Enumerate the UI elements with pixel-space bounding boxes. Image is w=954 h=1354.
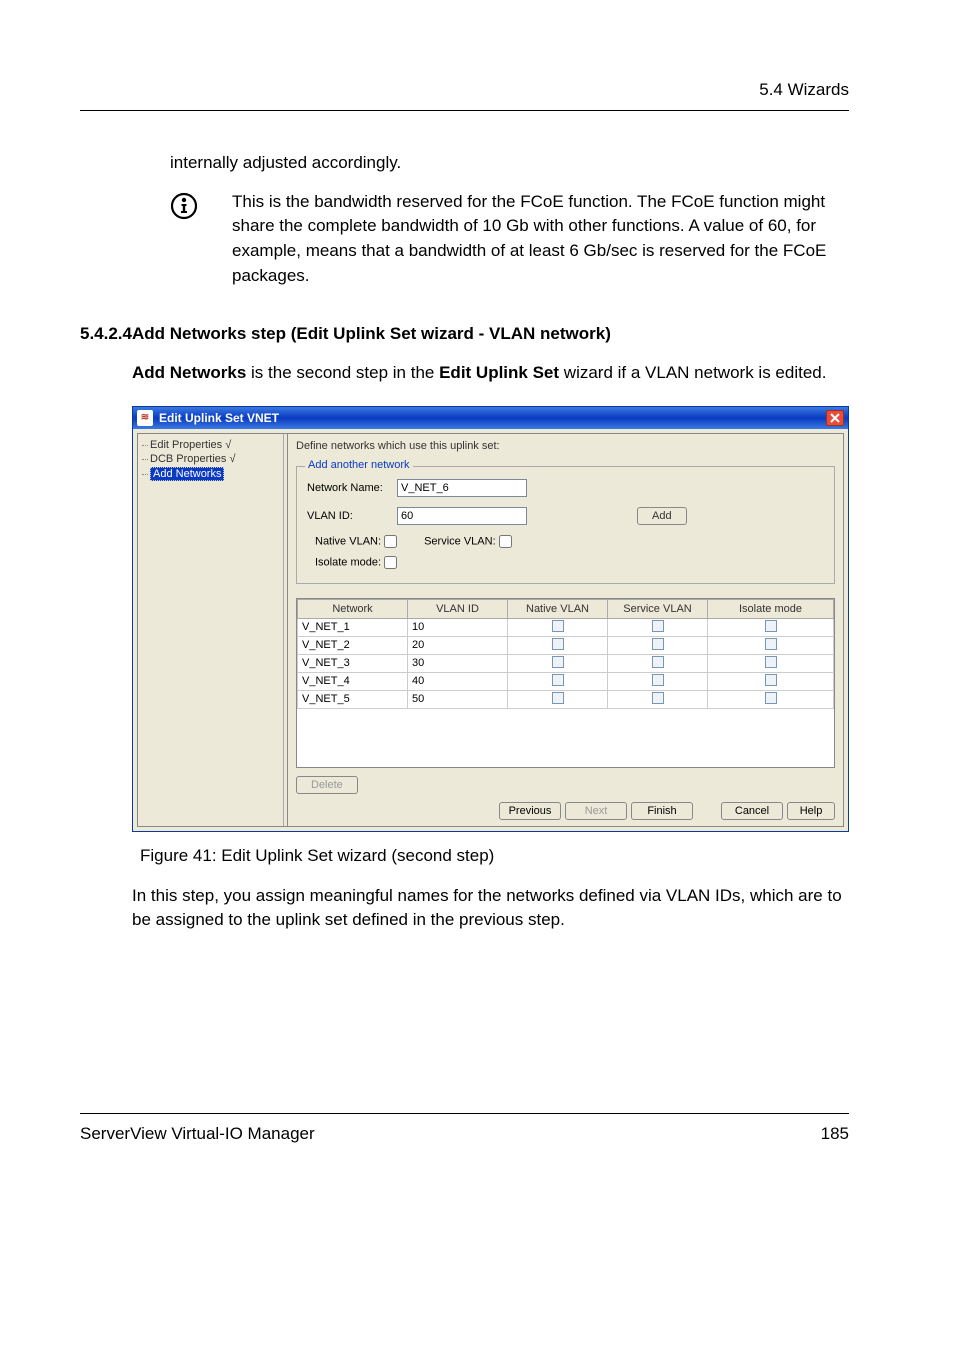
add-network-fieldset: Add another network Network Name: VLAN I… bbox=[296, 466, 835, 584]
col-service-vlan[interactable]: Service VLAN bbox=[608, 599, 708, 618]
networks-table-container: Network VLAN ID Native VLAN Service VLAN… bbox=[296, 598, 835, 768]
section-header: 5.4 Wizards bbox=[80, 80, 849, 100]
table-row[interactable]: V_NET_220 bbox=[298, 636, 834, 654]
wizard-window: ≋ Edit Uplink Set VNET Edit Properties √… bbox=[132, 406, 849, 832]
cancel-button[interactable]: Cancel bbox=[721, 802, 783, 820]
intro-paragraph: Add Networks is the second step in the E… bbox=[132, 361, 849, 386]
col-isolate-mode[interactable]: Isolate mode bbox=[708, 599, 834, 618]
titlebar[interactable]: ≋ Edit Uplink Set VNET bbox=[133, 407, 848, 429]
service-vlan-checkbox[interactable] bbox=[499, 535, 512, 548]
cell-isolate-mode[interactable] bbox=[708, 654, 834, 672]
cell-native-vlan[interactable] bbox=[508, 654, 608, 672]
native-vlan-checkbox[interactable] bbox=[384, 535, 397, 548]
native-vlan-group: Native VLAN: bbox=[315, 535, 400, 548]
intro-mid: is the second step in the bbox=[246, 363, 439, 382]
previous-button[interactable]: Previous bbox=[499, 802, 561, 820]
add-button[interactable]: Add bbox=[637, 507, 687, 525]
tree-item-dcb-properties[interactable]: DCB Properties √ bbox=[142, 452, 282, 466]
cell-network: V_NET_3 bbox=[298, 654, 408, 672]
cell-service-vlan[interactable] bbox=[608, 636, 708, 654]
table-row[interactable]: V_NET_330 bbox=[298, 654, 834, 672]
cell-isolate-mode[interactable] bbox=[708, 690, 834, 708]
networks-table[interactable]: Network VLAN ID Native VLAN Service VLAN… bbox=[297, 599, 834, 709]
cell-service-vlan[interactable] bbox=[608, 654, 708, 672]
cell-network: V_NET_5 bbox=[298, 690, 408, 708]
isolate-mode-label: Isolate mode: bbox=[315, 556, 381, 568]
cell-service-vlan[interactable] bbox=[608, 690, 708, 708]
window-title: Edit Uplink Set VNET bbox=[159, 411, 826, 425]
intro-after: wizard if a VLAN network is edited. bbox=[559, 363, 826, 382]
java-icon: ≋ bbox=[137, 410, 153, 426]
cell-isolate-mode[interactable] bbox=[708, 618, 834, 636]
closing-paragraph: In this step, you assign meaningful name… bbox=[132, 884, 849, 933]
section-title: Add Networks step (Edit Uplink Set wizar… bbox=[132, 324, 611, 343]
footer-product: ServerView Virtual-IO Manager bbox=[80, 1124, 315, 1144]
cell-network: V_NET_1 bbox=[298, 618, 408, 636]
col-native-vlan[interactable]: Native VLAN bbox=[508, 599, 608, 618]
cell-native-vlan[interactable] bbox=[508, 672, 608, 690]
table-row[interactable]: V_NET_550 bbox=[298, 690, 834, 708]
cell-native-vlan[interactable] bbox=[508, 618, 608, 636]
table-row[interactable]: V_NET_110 bbox=[298, 618, 834, 636]
info-icon bbox=[170, 192, 198, 220]
tree-selected-label: Add Networks bbox=[150, 467, 224, 481]
service-vlan-label: Service VLAN: bbox=[424, 535, 496, 547]
cell-service-vlan[interactable] bbox=[608, 672, 708, 690]
wizard-step-tree: Edit Properties √ DCB Properties √ Add N… bbox=[137, 433, 287, 827]
tree-item-add-networks[interactable]: Add Networks bbox=[142, 466, 282, 482]
section-number: 5.4.2.4 bbox=[80, 324, 132, 344]
col-network[interactable]: Network bbox=[298, 599, 408, 618]
cell-service-vlan[interactable] bbox=[608, 618, 708, 636]
table-row[interactable]: V_NET_440 bbox=[298, 672, 834, 690]
intro-bold-1: Add Networks bbox=[132, 363, 246, 382]
cell-vlan-id: 10 bbox=[408, 618, 508, 636]
cell-vlan-id: 20 bbox=[408, 636, 508, 654]
info-paragraph: This is the bandwidth reserved for the F… bbox=[232, 190, 849, 289]
service-vlan-group: Service VLAN: bbox=[424, 535, 515, 548]
fieldset-legend: Add another network bbox=[305, 459, 413, 471]
cell-isolate-mode[interactable] bbox=[708, 672, 834, 690]
tree-item-edit-properties[interactable]: Edit Properties √ bbox=[142, 438, 282, 452]
cell-isolate-mode[interactable] bbox=[708, 636, 834, 654]
cell-network: V_NET_2 bbox=[298, 636, 408, 654]
cell-vlan-id: 30 bbox=[408, 654, 508, 672]
finish-button[interactable]: Finish bbox=[631, 802, 693, 820]
isolate-mode-checkbox[interactable] bbox=[384, 556, 397, 569]
network-name-label: Network Name: bbox=[307, 482, 397, 494]
isolate-mode-group: Isolate mode: bbox=[307, 556, 824, 569]
cell-native-vlan[interactable] bbox=[508, 636, 608, 654]
vlan-id-input[interactable] bbox=[397, 507, 527, 525]
native-vlan-label: Native VLAN: bbox=[315, 535, 381, 547]
network-name-input[interactable] bbox=[397, 479, 527, 497]
content-heading: Define networks which use this uplink se… bbox=[296, 440, 835, 452]
intro-bold-2: Edit Uplink Set bbox=[439, 363, 559, 382]
delete-button[interactable]: Delete bbox=[296, 776, 358, 794]
cell-network: V_NET_4 bbox=[298, 672, 408, 690]
cell-vlan-id: 40 bbox=[408, 672, 508, 690]
paragraph-adjusted: internally adjusted accordingly. bbox=[170, 151, 849, 176]
cell-native-vlan[interactable] bbox=[508, 690, 608, 708]
help-button[interactable]: Help bbox=[787, 802, 835, 820]
next-button[interactable]: Next bbox=[565, 802, 627, 820]
col-vlan-id[interactable]: VLAN ID bbox=[408, 599, 508, 618]
figure-caption: Figure 41: Edit Uplink Set wizard (secon… bbox=[140, 846, 849, 866]
footer-page-number: 185 bbox=[821, 1124, 849, 1144]
wizard-content: Define networks which use this uplink se… bbox=[287, 433, 844, 827]
close-button[interactable] bbox=[826, 410, 844, 426]
vlan-id-label: VLAN ID: bbox=[307, 510, 397, 522]
header-divider bbox=[80, 110, 849, 111]
cell-vlan-id: 50 bbox=[408, 690, 508, 708]
